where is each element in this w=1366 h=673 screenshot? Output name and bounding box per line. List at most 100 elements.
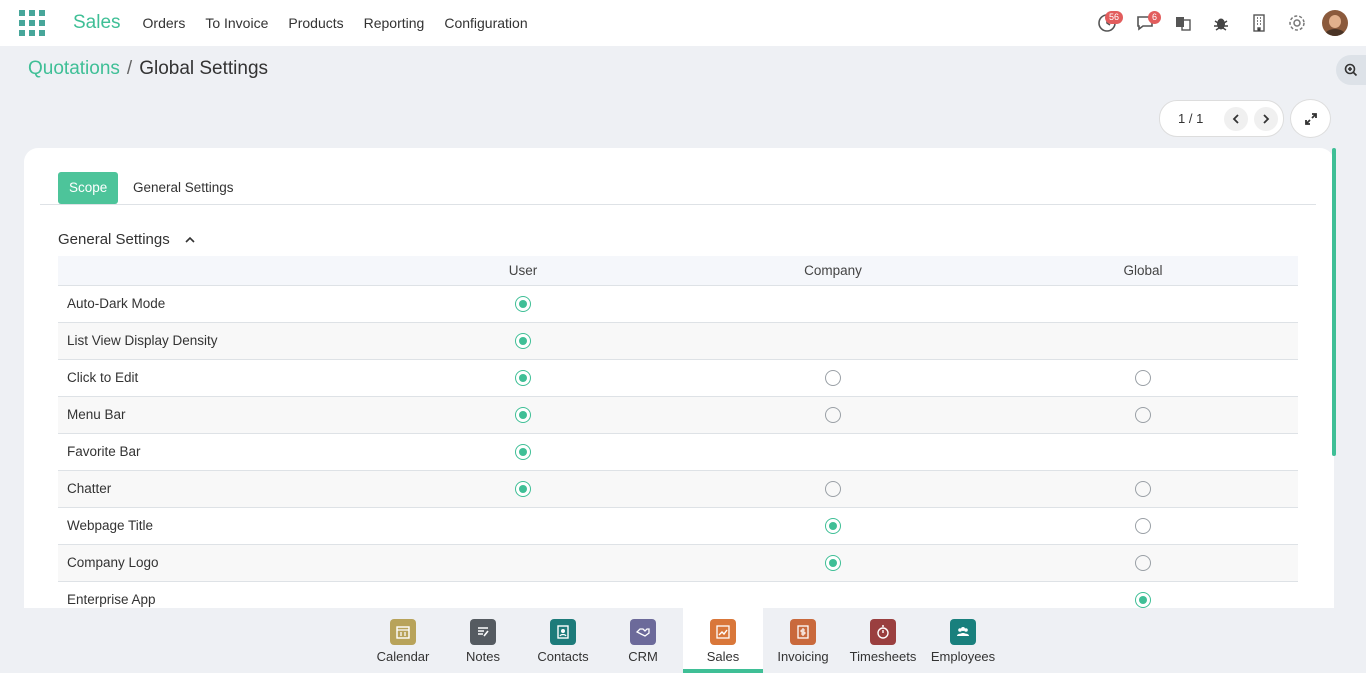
company-scope-radio[interactable] [825,406,841,423]
top-navbar: Sales Orders To Invoice Products Reporti… [0,0,1366,46]
row-label: List View Display Density [67,333,218,348]
contacts-icon [550,619,576,645]
user-scope-radio[interactable] [515,369,531,386]
app-brand[interactable]: Sales [73,12,121,34]
global-scope-radio[interactable] [1135,480,1151,497]
debug-button[interactable] [1202,0,1240,46]
menu-to-invoice[interactable]: To Invoice [205,15,268,31]
chevron-up-icon [185,236,195,243]
user-scope-radio[interactable] [515,480,531,497]
stopwatch-icon [870,619,896,645]
menu-configuration[interactable]: Configuration [444,15,527,31]
row-label: Auto-Dark Mode [67,296,166,311]
dock-app-timesheets[interactable]: Timesheets [843,608,923,673]
dock-label: Notes [466,649,500,664]
expand-icon [1304,112,1317,125]
group-title: General Settings [58,231,170,248]
pager-next-button[interactable] [1254,106,1278,131]
tab-scope[interactable]: Scope [58,172,119,204]
global-scope-radio[interactable] [1135,517,1151,534]
dock-label: Invoicing [777,649,829,664]
activity-button[interactable]: 56 [1088,0,1126,46]
settings-button[interactable] [1278,0,1316,46]
dock-app-employees[interactable]: Employees [923,608,1003,673]
scope-table: User Company Global Auto-Dark Mode List V… [58,256,1298,608]
global-scope-radio[interactable] [1135,591,1151,608]
table-row: Chatter [58,470,1298,507]
table-row: Menu Bar [58,396,1298,433]
breadcrumb: Quotations / Global Settings [28,58,268,80]
menu-reporting[interactable]: Reporting [364,15,425,31]
menu-products[interactable]: Products [288,15,343,31]
messages-button[interactable]: 6 [1126,0,1164,46]
breadcrumb-quotations[interactable]: Quotations [28,58,120,80]
expand-button[interactable] [1290,99,1331,138]
user-scope-radio[interactable] [515,332,531,349]
header-label [58,256,368,286]
tab-general-settings[interactable]: General Settings [122,172,245,204]
dock-label: CRM [628,649,658,664]
cell-global [988,470,1298,507]
translate-button[interactable] [1164,0,1202,46]
cell-global [988,581,1298,608]
cell-global [988,433,1298,470]
company-button[interactable] [1240,0,1278,46]
table-row: Favorite Bar [58,433,1298,470]
header-company: Company [678,256,988,286]
invoice-icon [790,619,816,645]
gear-icon [1289,15,1305,31]
global-scope-radio[interactable] [1135,406,1151,423]
dock-app-calendar[interactable]: Calendar [363,608,443,673]
user-scope-radio[interactable] [515,406,531,423]
notebook-tabs: Scope General Settings [40,172,1316,205]
menu-orders[interactable]: Orders [143,15,186,31]
employees-icon [950,619,976,645]
dock-app-sales[interactable]: Sales [683,608,763,673]
dock-label: Timesheets [849,649,917,664]
table-row: List View Display Density [58,322,1298,359]
cell-user [368,433,678,470]
dock-app-notes[interactable]: Notes [443,608,523,673]
group-toggle[interactable]: General Settings [58,231,196,248]
cell-user [368,285,678,322]
global-scope-radio[interactable] [1135,554,1151,571]
user-scope-radio[interactable] [515,443,531,460]
cell-global [988,396,1298,433]
notes-icon [470,619,496,645]
user-avatar[interactable] [1322,10,1348,36]
company-scope-radio[interactable] [825,480,841,497]
scroll-indicator[interactable] [1332,148,1336,456]
cell-user [368,544,678,581]
messages-badge: 6 [1147,11,1161,24]
table-row: Company Logo [58,544,1298,581]
cell-user [368,581,678,608]
dock-app-crm[interactable]: CRM [603,608,683,673]
calendar-icon [390,619,416,645]
table-header: User Company Global [58,256,1298,286]
row-label: Chatter [67,481,112,496]
company-scope-radio[interactable] [825,369,841,386]
pager: 1 / 1 [1159,100,1284,137]
cell-company [678,581,988,608]
dock-app-invoicing[interactable]: Invoicing [763,608,843,673]
zoom-toggle[interactable] [1336,55,1366,85]
company-scope-radio[interactable] [825,517,841,534]
pager-previous-button[interactable] [1224,106,1248,131]
cell-user [368,470,678,507]
user-scope-radio[interactable] [515,295,531,312]
row-label: Enterprise App [67,592,156,607]
company-scope-radio[interactable] [825,554,841,571]
chevron-left-icon [1232,113,1239,124]
cell-global [988,544,1298,581]
table-row: Enterprise App [58,581,1298,608]
row-label: Click to Edit [67,370,139,385]
apps-menu-icon[interactable] [19,10,45,36]
pager-value[interactable]: 1 / 1 [1178,111,1218,126]
row-label: Menu Bar [67,407,126,422]
dock-app-contacts[interactable]: Contacts [523,608,603,673]
zoom-in-icon [1344,63,1358,77]
dock-label: Contacts [537,649,589,664]
global-scope-radio[interactable] [1135,369,1151,386]
cell-company [678,507,988,544]
row-label: Webpage Title [67,518,154,533]
